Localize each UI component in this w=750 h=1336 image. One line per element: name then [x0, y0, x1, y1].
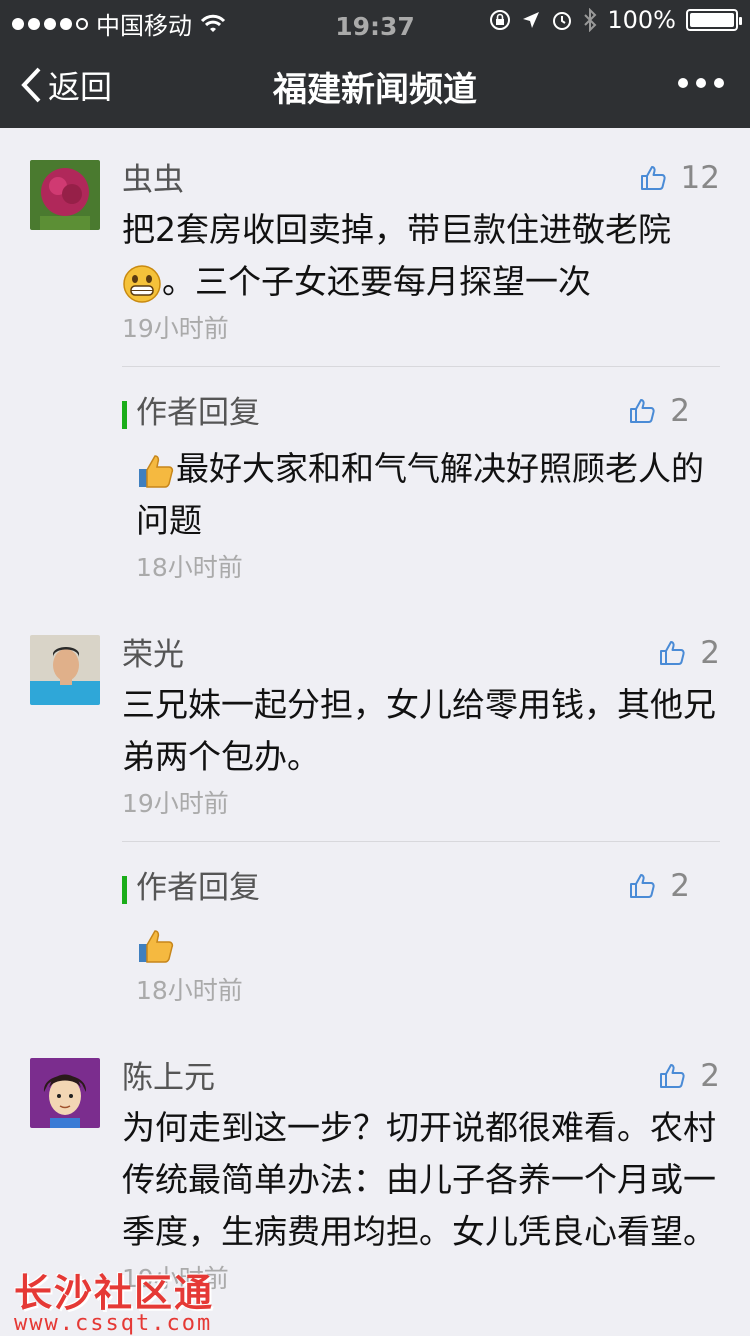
thumbs-up-icon: [630, 399, 655, 423]
reply-time: 18小时前: [136, 976, 243, 1005]
avatar[interactable]: [30, 1058, 100, 1128]
rotation-lock-icon: [490, 10, 511, 30]
like-button[interactable]: 12: [639, 160, 720, 196]
status-right: 100%: [489, 6, 742, 34]
like-button[interactable]: 2: [658, 1058, 720, 1094]
like-count: 2: [700, 635, 720, 671]
nav-bar: 返回 福建新闻频道: [0, 40, 750, 128]
thumbs-up-icon: [660, 1064, 685, 1088]
location-icon: [523, 12, 540, 28]
alarm-icon: [553, 12, 572, 30]
battery-percent: 100%: [607, 6, 676, 34]
like-count: 2: [700, 1058, 720, 1094]
thumbs-up-icon: [660, 641, 685, 665]
more-dots-icon: [678, 78, 688, 88]
comment-text: 三兄妹一起分担，女儿给零用钱，其他兄弟两个包办。: [122, 685, 716, 776]
comment-text: 把2套房收回卖掉，带巨款住进敬老院 。三个子女还要每月探望一次: [122, 204, 720, 308]
reply-text: [136, 918, 720, 970]
bluetooth-icon: [584, 8, 597, 32]
thumbs-up-icon: [640, 166, 666, 190]
comment-author[interactable]: 荣光: [122, 635, 720, 675]
author-reply: 作者回复 2 最好大家和和气气解决好照顾老人的问题 18小时前: [122, 366, 720, 585]
comment-time: 19小时前: [122, 789, 229, 818]
comment-text: 为何走到这一步？切开说都很难看。农村传统最简单办法：由儿子各养一个月或一季度，生…: [122, 1108, 716, 1251]
watermark-title: 长沙社区通: [14, 1271, 215, 1315]
battery-icon: [686, 9, 742, 31]
more-button[interactable]: [678, 78, 724, 88]
watermark-url: www.cssqt.com: [14, 1311, 213, 1336]
thumbs-up-icon: [630, 874, 655, 898]
watermark: 长沙社区通 www.cssqt.com: [14, 1262, 214, 1336]
reply-like-button[interactable]: 2: [628, 393, 690, 429]
avatar[interactable]: [30, 160, 100, 230]
thumbs-up-emoji-icon: [139, 454, 174, 488]
thumbs-up-emoji-icon: [139, 929, 174, 963]
comment-time: 19小时前: [122, 314, 229, 343]
reply-time: 18小时前: [136, 553, 243, 582]
page-title: 福建新闻频道: [273, 70, 477, 110]
like-count: 2: [670, 868, 690, 904]
comment-list: 虫虫 12 把2套房收回卖掉，带巨款住进敬老院 。三个子女还要每月探望一次 19…: [0, 128, 750, 1336]
author-reply: 作者回复 2 18小时前: [122, 841, 720, 1008]
comment-item: 虫虫 12 把2套房收回卖掉，带巨款住进敬老院 。三个子女还要每月探望一次 19…: [0, 128, 750, 625]
like-button[interactable]: 2: [658, 635, 720, 671]
reply-text: 最好大家和和气气解决好照顾老人的问题: [136, 449, 704, 540]
avatar[interactable]: [30, 635, 100, 705]
status-bar: 中国移动 19:37 100%: [0, 0, 750, 41]
like-count: 12: [680, 160, 720, 196]
like-count: 2: [670, 393, 690, 429]
comment-author[interactable]: 虫虫: [122, 160, 720, 200]
grinning-emoji-icon: [123, 264, 161, 303]
comment-item: 荣光 2 三兄妹一起分担，女儿给零用钱，其他兄弟两个包办。 19小时前 作者回复…: [0, 625, 750, 1048]
reply-like-button[interactable]: 2: [628, 868, 690, 904]
comment-author[interactable]: 陈上元: [122, 1058, 720, 1098]
